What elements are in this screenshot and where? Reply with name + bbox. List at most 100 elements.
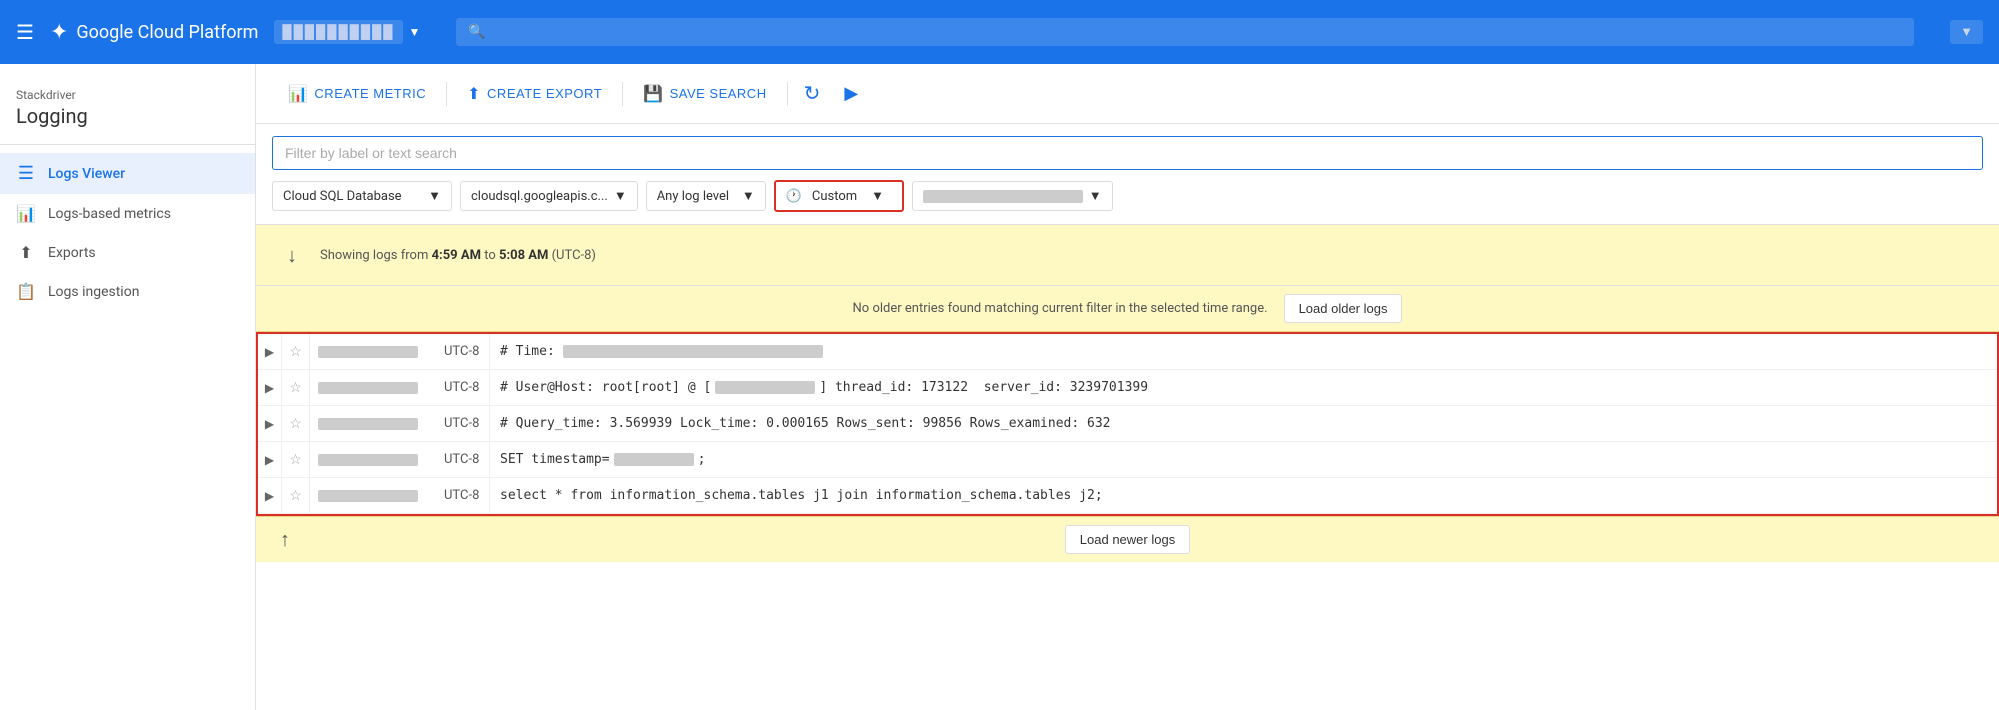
play-icon: ▶ [844, 83, 858, 103]
logs-metrics-icon: 📊 [16, 204, 36, 223]
blurred-content-1 [563, 345, 823, 358]
dropdown-chevron-icon: ▼ [1960, 24, 1973, 40]
log-content-2: # User@Host: root[root] @ [ ] thread_id:… [490, 370, 1997, 405]
logname-label: cloudsql.googleapis.c... [471, 189, 608, 204]
exports-icon: ⬆ [16, 243, 36, 262]
top-right-dropdown[interactable]: ▼ [1950, 20, 1983, 44]
sidebar-header-title: Logging [16, 104, 239, 128]
timestamp-4 [310, 442, 440, 477]
log-row: ▶ ☆ UTC-8 # Time: [258, 334, 1997, 370]
filter-dropdowns: Cloud SQL Database ▼ cloudsql.googleapis… [272, 180, 1983, 212]
up-arrow-icon: ↑ [280, 527, 290, 552]
search-icon: 🔍 [468, 24, 485, 40]
star-btn-2[interactable]: ☆ [282, 370, 310, 405]
star-btn-1[interactable]: ☆ [282, 334, 310, 369]
timerange-dropdown[interactable]: 🕐 Custom ▼ [774, 180, 904, 212]
no-older-bar: No older entries found matching current … [256, 286, 1999, 332]
timezone: (UTC-8) [552, 248, 596, 263]
tz-2: UTC-8 [440, 370, 490, 405]
expand-btn-4[interactable]: ▶ [258, 442, 282, 477]
blurred-timestamp-1 [318, 346, 418, 358]
sidebar-item-label-logs-ingestion: Logs ingestion [48, 284, 139, 300]
bottom-bar: ↑ Load newer logs [256, 516, 1999, 562]
loglevel-chevron-icon: ▼ [742, 188, 755, 204]
expand-btn-1[interactable]: ▶ [258, 334, 282, 369]
sidebar-item-label-logs-viewer: Logs Viewer [48, 166, 125, 182]
project-chevron-icon: ▼ [409, 25, 421, 39]
sidebar-item-logs-ingestion[interactable]: 📋 Logs ingestion [0, 272, 255, 311]
save-search-button[interactable]: 💾 SAVE SEARCH [627, 76, 782, 112]
filter-input[interactable] [272, 136, 1983, 170]
create-export-button[interactable]: ⬆ CREATE EXPORT [451, 76, 618, 112]
save-search-icon: 💾 [643, 84, 663, 104]
resource-type-label: Cloud SQL Database [283, 189, 402, 204]
star-btn-4[interactable]: ☆ [282, 442, 310, 477]
loglevel-dropdown[interactable]: Any log level ▼ [646, 181, 766, 211]
sidebar-item-label-exports: Exports [48, 245, 96, 261]
star-btn-5[interactable]: ☆ [282, 478, 310, 513]
tz-1: UTC-8 [440, 334, 490, 369]
main-content: 📊 CREATE METRIC ⬆ CREATE EXPORT 💾 SAVE S… [256, 64, 1999, 710]
log-row: ▶ ☆ UTC-8 SET timestamp= ; [258, 442, 1997, 478]
down-arrow-icon: ↓ [272, 235, 312, 275]
log-content-4: SET timestamp= ; [490, 442, 1997, 477]
logname-dropdown[interactable]: cloudsql.googleapis.c... ▼ [460, 181, 638, 211]
log-content-1: # Time: [490, 334, 1997, 369]
filter-area: Cloud SQL Database ▼ cloudsql.googleapis… [256, 124, 1999, 225]
sidebar-header-sub: Stackdriver [16, 88, 239, 102]
sidebar-item-label-logs-metrics: Logs-based metrics [48, 206, 171, 222]
expand-btn-3[interactable]: ▶ [258, 406, 282, 441]
log-row: ▶ ☆ UTC-8 # User@Host: root[root] @ [ ] … [258, 370, 1997, 406]
star-btn-3[interactable]: ☆ [282, 406, 310, 441]
sidebar-item-exports[interactable]: ⬆ Exports [0, 233, 255, 272]
expand-btn-2[interactable]: ▶ [258, 370, 282, 405]
logs-viewer-icon: ☰ [16, 163, 36, 184]
timestamp-5 [310, 478, 440, 513]
app-title: Google Cloud Platform [76, 22, 258, 43]
resource-type-dropdown[interactable]: Cloud SQL Database ▼ [272, 181, 452, 211]
create-metric-button[interactable]: 📊 CREATE METRIC [272, 76, 442, 112]
timestamp-3 [310, 406, 440, 441]
load-older-button[interactable]: Load older logs [1284, 294, 1403, 323]
global-search[interactable]: 🔍 [456, 18, 1914, 46]
search-input[interactable] [494, 24, 1902, 40]
sidebar: Stackdriver Logging ☰ Logs Viewer 📊 Logs… [0, 64, 256, 710]
log-content-3: # Query_time: 3.569939 Lock_time: 0.0001… [490, 406, 1997, 441]
project-name: ██████████ [274, 20, 402, 44]
sidebar-divider [0, 144, 255, 145]
save-search-label: SAVE SEARCH [670, 86, 767, 101]
toolbar-divider-3 [787, 82, 788, 106]
blurred-timestamp-5 [318, 490, 418, 502]
create-export-label: CREATE EXPORT [487, 86, 602, 101]
project-selector[interactable]: ██████████ ▼ [274, 20, 420, 44]
expand-btn-5[interactable]: ▶ [258, 478, 282, 513]
blurred-timestamp-2 [318, 382, 418, 394]
timestamp-2 [310, 370, 440, 405]
extra-filter-dropdown[interactable]: ▼ [912, 181, 1113, 211]
resource-type-chevron-icon: ▼ [428, 188, 441, 204]
log-content-5: select * from information_schema.tables … [490, 478, 1997, 513]
menu-icon[interactable]: ☰ [16, 20, 34, 44]
create-export-icon: ⬆ [467, 84, 481, 104]
refresh-button[interactable]: ↻ [792, 73, 833, 114]
sidebar-header: Stackdriver Logging [0, 72, 255, 136]
toolbar: 📊 CREATE METRIC ⬆ CREATE EXPORT 💾 SAVE S… [256, 64, 1999, 124]
time-from: 4:59 AM [432, 248, 481, 263]
timerange-label: Custom [812, 189, 857, 204]
load-newer-button[interactable]: Load newer logs [1065, 525, 1190, 554]
log-area: ↓ Showing logs from 4:59 AM to 5:08 AM (… [256, 225, 1999, 710]
create-metric-icon: 📊 [288, 84, 308, 104]
sidebar-item-logs-metrics[interactable]: 📊 Logs-based metrics [0, 194, 255, 233]
tz-5: UTC-8 [440, 478, 490, 513]
google-dots-icon: ✦ [50, 20, 66, 45]
sidebar-item-logs-viewer[interactable]: ☰ Logs Viewer [0, 153, 255, 194]
logs-ingestion-icon: 📋 [16, 282, 36, 301]
toolbar-divider-1 [446, 82, 447, 106]
blurred-content-2 [715, 381, 815, 394]
time-to: 5:08 AM [499, 248, 548, 263]
play-button[interactable]: ▶ [832, 74, 870, 113]
blurred-content-4 [614, 453, 694, 466]
tz-4: UTC-8 [440, 442, 490, 477]
timerange-chevron-icon: ▼ [871, 188, 884, 204]
refresh-icon: ↻ [804, 83, 821, 105]
